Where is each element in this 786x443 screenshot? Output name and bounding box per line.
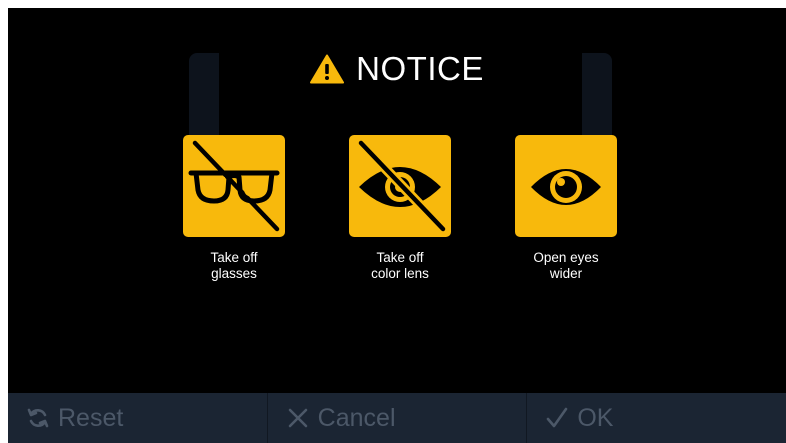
open-eye-card xyxy=(515,135,617,237)
open-eye-caption: Open eyes wider xyxy=(486,250,646,282)
close-icon xyxy=(288,408,307,428)
action-bar: Reset Cancel OK xyxy=(8,393,786,443)
ok-button[interactable]: OK xyxy=(527,393,786,443)
no-color-lens-caption: Take off color lens xyxy=(320,250,480,282)
no-glasses-caption-line1: Take off xyxy=(210,250,258,265)
no-glasses-icon xyxy=(188,140,280,232)
cancel-button-label: Cancel xyxy=(317,403,396,432)
open-eye-caption-line2: wider xyxy=(549,266,583,281)
open-eye-caption-line1: Open eyes xyxy=(533,250,599,265)
notice-title: NOTICE xyxy=(356,50,484,87)
no-color-lens-icon xyxy=(356,138,448,234)
no-glasses-caption: Take off glasses xyxy=(154,250,314,282)
ok-button-label: OK xyxy=(577,403,614,432)
no-glasses-card xyxy=(183,135,285,237)
notice-header: NOTICE xyxy=(8,49,786,89)
no-color-lens-caption-line2: color lens xyxy=(371,266,429,281)
open-eye-icon xyxy=(531,169,601,205)
notice-screen: NOTICE Take off glasses Take off color l… xyxy=(8,8,786,443)
refresh-icon xyxy=(27,408,49,428)
checkmark-icon xyxy=(547,407,568,428)
reset-button-label: Reset xyxy=(58,403,124,432)
no-glasses-caption-line2: glasses xyxy=(211,266,257,281)
warning-triangle-icon xyxy=(310,54,345,84)
reset-button[interactable]: Reset xyxy=(8,393,268,443)
cancel-button[interactable]: Cancel xyxy=(268,393,528,443)
no-color-lens-card xyxy=(349,135,451,237)
no-color-lens-caption-line1: Take off xyxy=(376,250,424,265)
